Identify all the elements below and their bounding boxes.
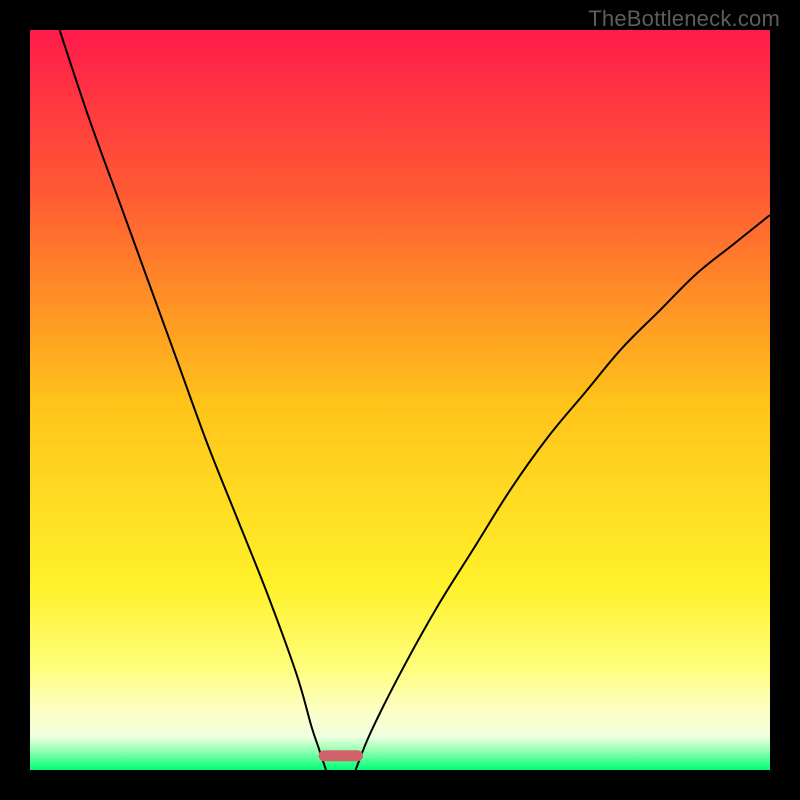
plot-area: [30, 30, 770, 770]
watermark-text: TheBottleneck.com: [588, 6, 780, 32]
plot-svg: [30, 30, 770, 770]
chart-frame: TheBottleneck.com: [0, 0, 800, 800]
minimum-marker: [319, 750, 363, 761]
gradient-background: [30, 30, 770, 770]
